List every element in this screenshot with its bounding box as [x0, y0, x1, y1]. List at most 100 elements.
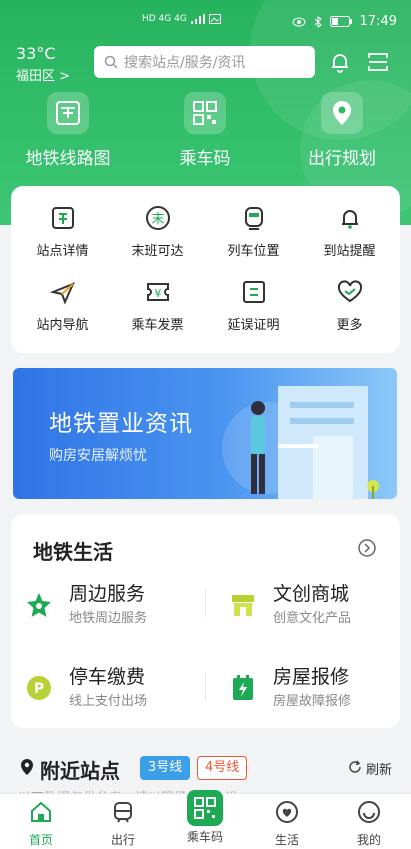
signal-icon — [190, 14, 205, 24]
search-placeholder: 搜索站点/服务/资讯 — [124, 55, 246, 71]
life-item-nearby-service[interactable]: 周边服务 地铁周边服务 — [25, 577, 205, 633]
svg-text:P: P — [34, 681, 44, 697]
invoice-icon: ¥ — [144, 278, 172, 306]
quick-action-label: 乘车码 — [179, 149, 231, 169]
quick-action-qr-code[interactable]: 乘车码 — [145, 92, 265, 169]
grid-item-label: 更多 — [336, 318, 363, 333]
life-item-name: 房屋报修 — [273, 666, 350, 688]
status-right: 17:49 — [292, 14, 397, 29]
grid-item-label: 列车位置 — [227, 244, 280, 259]
location-pin-icon — [321, 92, 363, 134]
grid-item-last-train[interactable]: 末 末班可达 — [109, 204, 206, 259]
location-pin-icon — [21, 759, 33, 775]
line-4-tag[interactable]: 4号线 — [197, 756, 248, 780]
parking-icon: P — [27, 676, 51, 700]
grid-item-invoice[interactable]: ¥ 乘车发票 — [109, 278, 206, 333]
eye-icon — [292, 17, 306, 26]
real-estate-banner[interactable]: 地铁置业资讯 购房安居解烦忧 — [13, 368, 397, 499]
status-bar: HD 4G 4G 17:49 — [0, 0, 411, 44]
quick-action-label: 地铁线路图 — [25, 149, 111, 169]
grid-item-delay-certificate[interactable]: 延误证明 — [205, 278, 302, 333]
heart-icon — [276, 801, 298, 823]
svg-text:¥: ¥ — [154, 287, 161, 300]
grid-item-arrival-reminder[interactable]: 到站提醒 — [301, 204, 398, 259]
grid-item-label: 乘车发票 — [131, 318, 184, 333]
banner-title: 地铁置业资讯 — [49, 411, 193, 437]
smile-icon — [358, 801, 380, 823]
temperature: 33°C — [16, 44, 56, 63]
refresh-icon[interactable] — [348, 760, 362, 774]
life-item-name: 周边服务 — [69, 583, 146, 605]
station-icon — [49, 204, 77, 232]
clock: 17:49 — [359, 14, 397, 29]
navigation-icon — [49, 278, 77, 306]
life-item-parking[interactable]: P 停车缴费 线上支付出场 — [25, 660, 205, 716]
tab-label: 首页 — [28, 833, 53, 847]
svg-text:末: 末 — [151, 212, 164, 227]
life-item-name: 文创商城 — [273, 583, 350, 605]
train-icon — [240, 204, 268, 232]
weather-location[interactable]: 33°C 福田区 > — [16, 44, 70, 84]
bottom-tab-bar: 首页 出行 乘车码 生活 我的 — [0, 790, 411, 849]
grid-item-station-detail[interactable]: 站点详情 — [14, 204, 111, 259]
shop-icon — [232, 595, 254, 616]
certificate-icon — [240, 278, 268, 306]
quick-action-trip-planning[interactable]: 出行规划 — [282, 92, 402, 169]
tab-mine[interactable]: 我的 — [334, 800, 404, 848]
divider — [205, 672, 206, 700]
image-icon — [208, 14, 221, 24]
district-selector[interactable]: 福田区 > — [16, 65, 70, 84]
grid-item-indoor-navigation[interactable]: 站内导航 — [14, 278, 111, 333]
grid-item-label: 到站提醒 — [323, 244, 376, 259]
service-grid: 站点详情 末 末班可达 列车位置 到站提醒 站内导航 ¥ 乘车发票 延误证明 更… — [11, 186, 400, 353]
more-icon — [336, 278, 364, 306]
search-input[interactable]: 搜索站点/服务/资讯 — [94, 46, 315, 78]
grid-item-label: 延误证明 — [227, 318, 280, 333]
quick-action-metro-map[interactable]: 地铁线路图 — [8, 92, 128, 169]
tab-home[interactable]: 首页 — [6, 800, 76, 848]
life-item-name: 停车缴费 — [69, 666, 146, 688]
section-title: 地铁生活 — [33, 540, 113, 564]
home-icon — [31, 801, 51, 822]
tab-label: 乘车码 — [186, 830, 223, 844]
star-icon — [27, 593, 51, 617]
battery-icon — [329, 16, 352, 27]
tab-life[interactable]: 生活 — [252, 800, 322, 848]
grid-item-label: 站点详情 — [36, 244, 89, 259]
repair-icon — [233, 675, 253, 700]
tab-travel[interactable]: 出行 — [88, 800, 158, 848]
life-item-cultural-store[interactable]: 文创商城 创意文化产品 — [229, 577, 409, 633]
grid-item-label: 站内导航 — [36, 318, 89, 333]
qr-code-icon — [187, 790, 223, 826]
life-item-house-repair[interactable]: 房屋报修 房屋故障报修 — [229, 660, 409, 716]
nearby-title: 附近站点 — [40, 759, 120, 783]
search-icon — [104, 55, 118, 69]
life-item-desc: 地铁周边服务 — [69, 611, 148, 626]
banner-subtitle: 购房安居解烦忧 — [49, 448, 147, 464]
qr-code-icon — [184, 92, 226, 134]
bell-icon[interactable] — [328, 50, 352, 74]
chevron-right-icon[interactable] — [358, 539, 376, 557]
divider — [205, 589, 206, 617]
building-illustration — [222, 386, 379, 499]
metro-map-icon — [47, 92, 89, 134]
grid-item-more[interactable]: 更多 — [301, 278, 398, 333]
tab-label: 生活 — [274, 833, 299, 847]
metro-life-section: 地铁生活 周边服务 地铁周边服务 文创商城 创意文化产品 P 停车缴费 线上支付… — [11, 514, 400, 728]
life-item-desc: 线上支付出场 — [69, 694, 148, 709]
grid-item-label: 末班可达 — [131, 244, 184, 259]
line-3-tag[interactable]: 3号线 — [140, 756, 191, 780]
bus-icon — [114, 802, 132, 823]
quick-action-label: 出行规划 — [308, 149, 376, 169]
grid-item-train-position[interactable]: 列车位置 — [205, 204, 302, 259]
scan-icon[interactable] — [366, 50, 390, 74]
last-train-icon: 末 — [144, 204, 172, 232]
tab-ride-code[interactable]: 乘车码 — [170, 790, 240, 845]
bell-icon — [336, 204, 364, 232]
refresh-button[interactable]: 刷新 — [366, 759, 392, 778]
tab-label: 我的 — [356, 833, 381, 847]
tab-label: 出行 — [110, 833, 135, 847]
life-item-desc: 房屋故障报修 — [273, 694, 352, 709]
life-item-desc: 创意文化产品 — [273, 611, 352, 626]
signal-indicators: HD 4G 4G — [142, 14, 221, 24]
